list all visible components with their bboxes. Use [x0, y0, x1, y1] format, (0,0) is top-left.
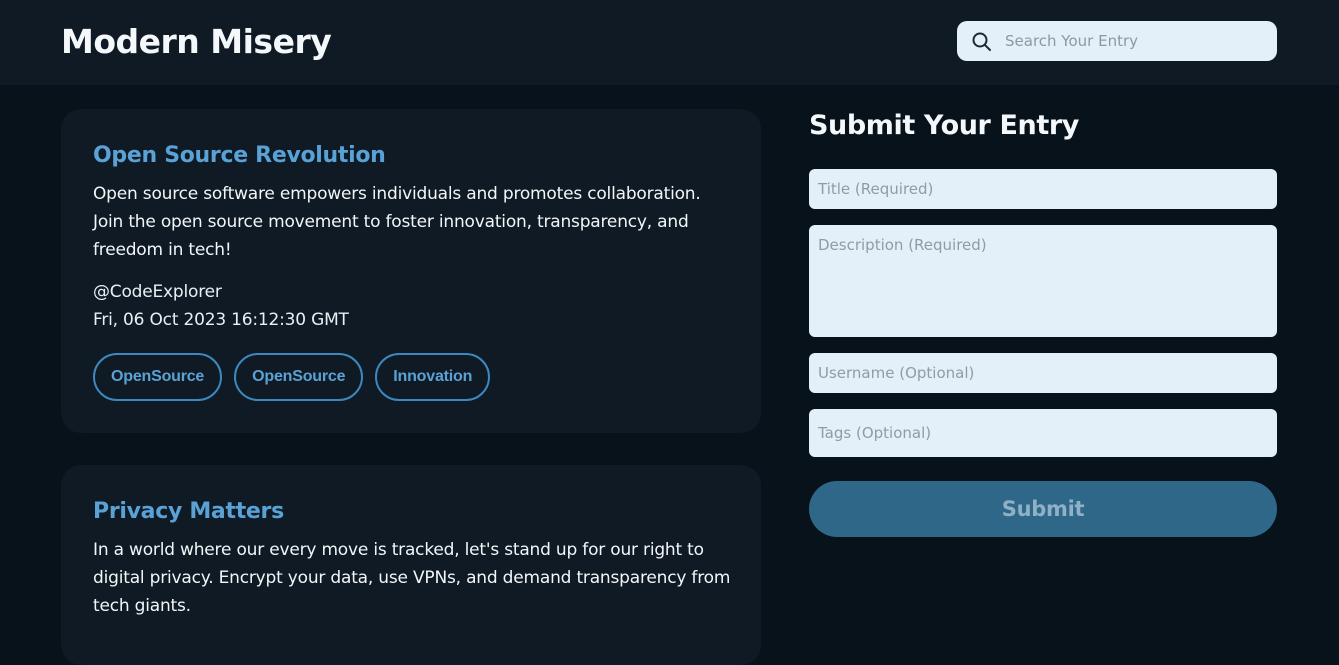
tag-button[interactable]: Innovation — [375, 353, 491, 401]
search-box[interactable] — [957, 21, 1277, 61]
top-bar: Modern Misery — [0, 0, 1339, 85]
brand-title[interactable]: Modern Misery — [61, 20, 332, 64]
tags-field[interactable] — [809, 409, 1277, 457]
entry-username: @CodeExplorer — [93, 282, 222, 302]
title-field[interactable] — [809, 169, 1277, 209]
description-field[interactable] — [809, 225, 1277, 337]
username-field[interactable] — [809, 353, 1277, 393]
entry-description: Open source software empowers individual… — [93, 184, 701, 260]
search-icon — [972, 32, 991, 51]
entry-card: Open Source Revolution Open source softw… — [61, 109, 761, 433]
submit-button[interactable]: Submit — [809, 481, 1277, 537]
tag-button[interactable]: OpenSource — [93, 353, 223, 401]
search-input[interactable] — [1005, 21, 1267, 61]
entry-card: Privacy Matters In a world where our eve… — [61, 465, 761, 665]
entry-tags: OpenSource OpenSource Innovation — [93, 353, 491, 401]
entry-description: In a world where our every move is track… — [93, 540, 731, 616]
entry-date: Fri, 06 Oct 2023 16:12:30 GMT — [93, 310, 349, 330]
form-heading: Submit Your Entry — [809, 110, 1079, 141]
entry-title[interactable]: Privacy Matters — [93, 499, 284, 524]
entry-title[interactable]: Open Source Revolution — [93, 143, 386, 168]
tag-button[interactable]: OpenSource — [234, 353, 364, 401]
